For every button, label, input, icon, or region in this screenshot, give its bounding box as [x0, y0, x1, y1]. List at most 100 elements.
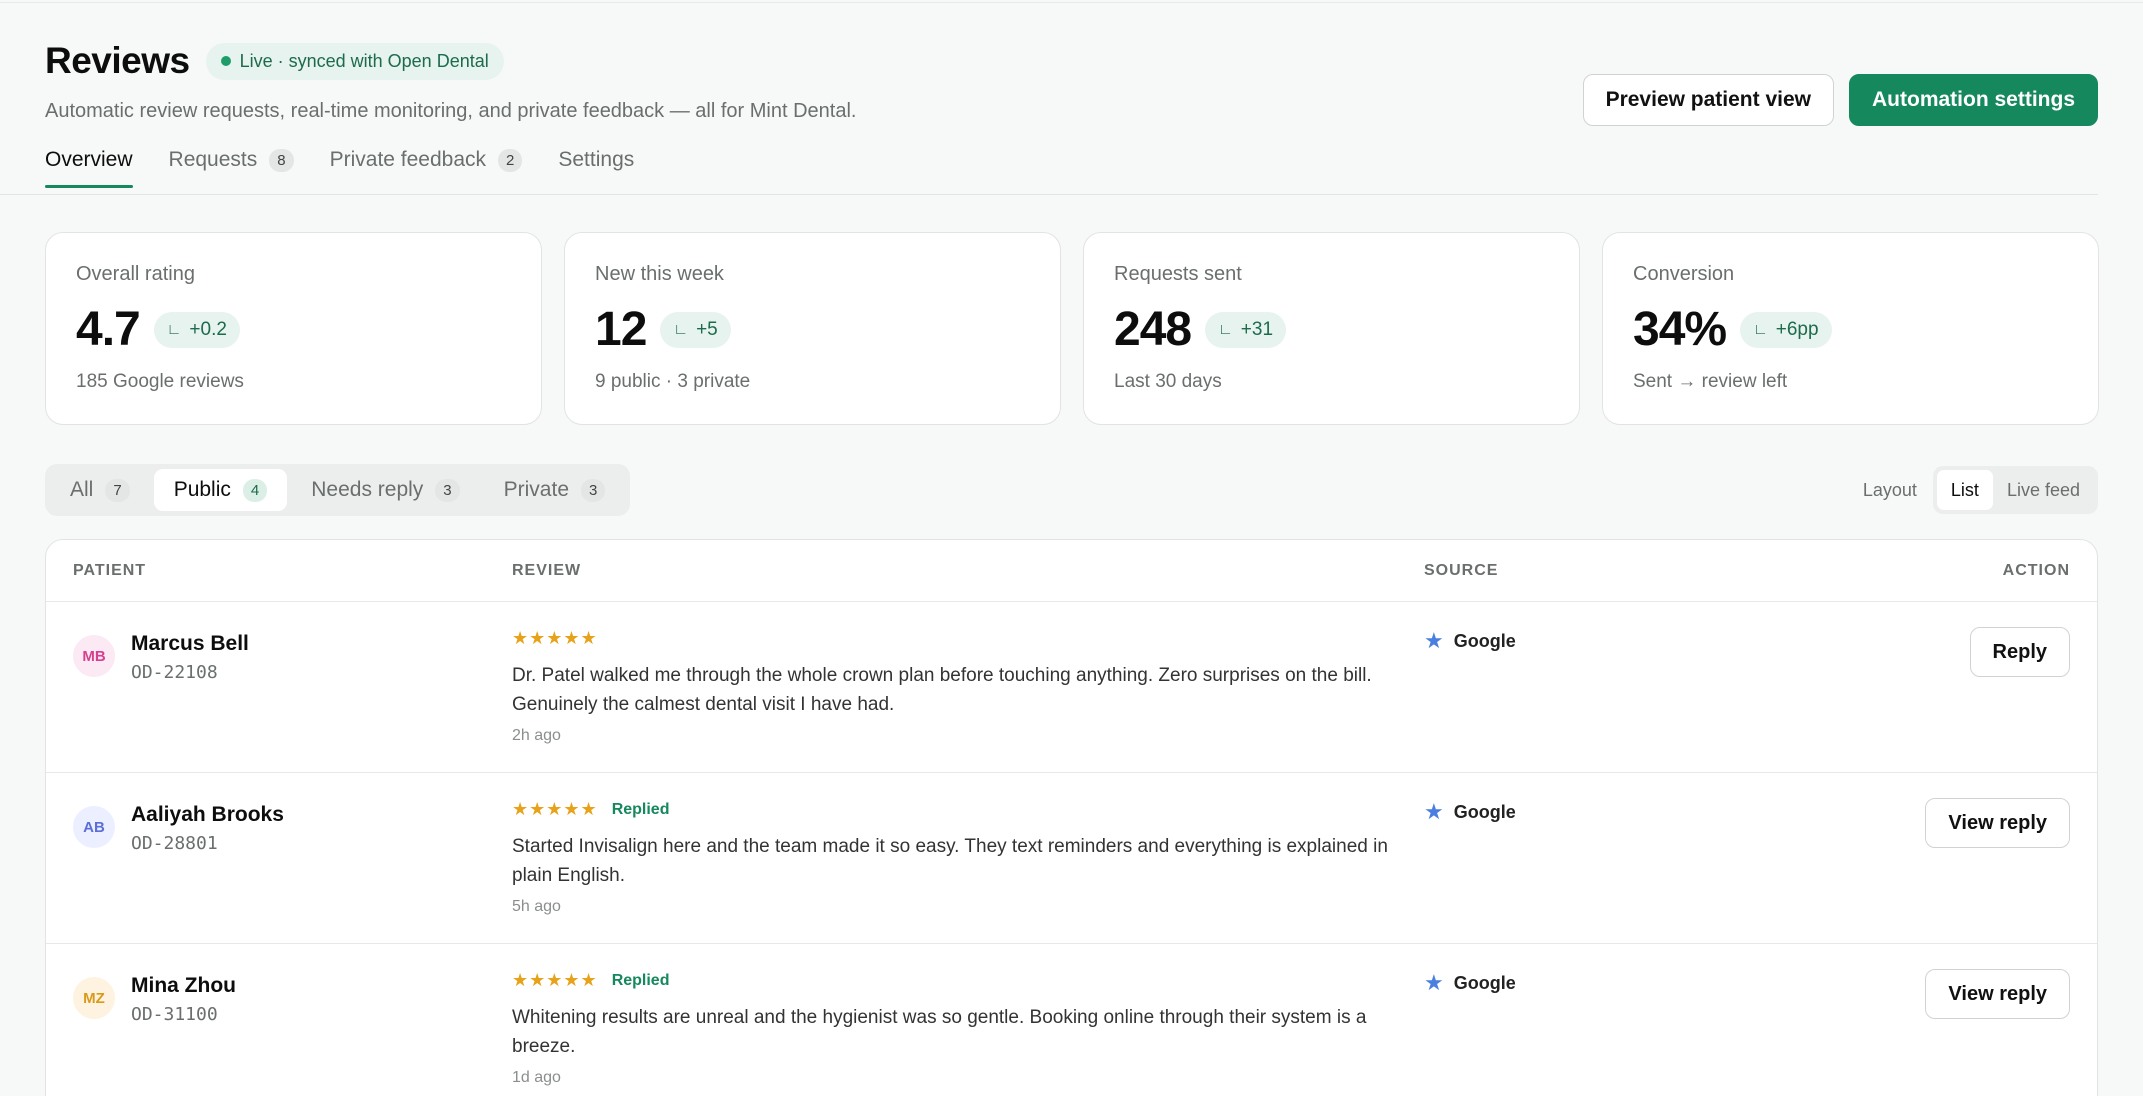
star-rating-icon: ★★★★★ — [512, 628, 598, 648]
trend-up-icon: ∟ — [166, 321, 182, 338]
source-label: Google — [1453, 972, 1516, 993]
stat-card-overall-rating: Overall rating 4.7 ∟ +0.2 185 Google rev… — [45, 232, 542, 425]
stat-label: Overall rating — [76, 263, 195, 285]
source-label: Google — [1453, 801, 1516, 822]
stat-value: 4.7 — [76, 303, 141, 356]
review-source: ★ Google — [1424, 970, 1516, 996]
review-filter-bar: All 7 Public 4 Needs reply 3 Private 3 — [45, 464, 631, 516]
tab-count-badge: 8 — [269, 148, 294, 172]
stat-subtext: Sent → review left — [1633, 371, 1788, 392]
stat-delta-badge: ∟ +6pp — [1740, 311, 1832, 348]
tab-overview[interactable]: Overview — [45, 148, 133, 188]
filter-public[interactable]: Public 4 — [153, 469, 288, 511]
star-rating-icon: ★★★★★ — [512, 799, 598, 819]
source-label: Google — [1453, 630, 1516, 651]
stat-subtext: Last 30 days — [1114, 371, 1222, 392]
stat-delta: +0.2 — [189, 318, 227, 340]
reviews-table: PATIENT REVIEW SOURCE ACTION MB Marcus B… — [45, 539, 2098, 1096]
review-source: ★ Google — [1424, 799, 1516, 825]
preview-patient-view-button[interactable]: Preview patient view — [1582, 74, 1834, 126]
automation-settings-button[interactable]: Automation settings — [1849, 74, 2098, 126]
replied-badge: Replied — [611, 800, 670, 818]
filter-count-badge: 3 — [435, 478, 460, 502]
stat-value: 34% — [1633, 303, 1727, 356]
layout-label: Layout — [1862, 479, 1917, 500]
google-star-icon: ★ — [1424, 970, 1444, 995]
review-block: ★★★★★ Replied Whitening results are unre… — [512, 970, 1412, 1087]
replied-badge: Replied — [611, 971, 670, 989]
tab-label: Settings — [558, 148, 635, 171]
page-header: Reviews Live · synced with Open Dental A… — [45, 40, 2098, 195]
tab-label: Requests — [168, 148, 258, 171]
review-text: Whitening results are unreal and the hyg… — [512, 1007, 1367, 1057]
filter-needs-reply[interactable]: Needs reply 3 — [291, 469, 479, 511]
review-text: Dr. Patel walked me through the whole cr… — [512, 665, 1372, 715]
stat-label: Conversion — [1633, 263, 1735, 285]
stat-label: New this week — [595, 263, 724, 285]
layout-toggle: Layout List Live feed — [1863, 466, 2098, 514]
google-star-icon: ★ — [1424, 799, 1444, 824]
column-header-review: REVIEW — [512, 561, 582, 579]
stat-value: 12 — [595, 303, 647, 356]
filter-private[interactable]: Private 3 — [484, 469, 626, 511]
review-source: ★ Google — [1424, 628, 1516, 654]
live-sync-badge: Live · synced with Open Dental — [205, 42, 504, 80]
layout-segmented-control: List Live feed — [1932, 466, 2098, 514]
table-row: MZ Mina Zhou OD-31100 ★★★★★ Replied Whit… — [46, 944, 2097, 1096]
trend-up-icon: ∟ — [1218, 321, 1233, 338]
layout-list-button[interactable]: List — [1936, 470, 1993, 510]
header-divider — [0, 194, 2098, 195]
stat-card-conversion: Conversion 34% ∟ +6pp Sent → review left — [1602, 232, 2099, 425]
stat-delta-badge: ∟ +31 — [1205, 311, 1287, 348]
patient-name: Marcus Bell — [131, 632, 249, 655]
column-header-action: ACTION — [2002, 561, 2070, 579]
avatar: AB — [73, 806, 115, 848]
tab-settings[interactable]: Settings — [558, 148, 634, 188]
filter-label: Public — [173, 478, 231, 501]
filter-count-badge: 7 — [105, 478, 130, 502]
view-reply-button[interactable]: View reply — [1925, 798, 2070, 848]
review-text: Started Invisalign here and the team mad… — [512, 836, 1388, 886]
patient-id: OD-22108 — [131, 662, 218, 683]
live-dot-icon — [220, 56, 231, 66]
stat-label: Requests sent — [1114, 263, 1242, 285]
stat-subtext: 185 Google reviews — [76, 371, 244, 392]
view-reply-button[interactable]: View reply — [1925, 969, 2070, 1019]
stat-card-requests-sent: Requests sent 248 ∟ +31 Last 30 days — [1083, 232, 1580, 425]
filter-count-badge: 3 — [581, 478, 606, 502]
column-header-patient: PATIENT — [73, 561, 147, 579]
layout-live-feed-button[interactable]: Live feed — [1993, 470, 2094, 510]
tab-requests[interactable]: Requests 8 — [169, 148, 294, 188]
patient-id: OD-31100 — [131, 1004, 218, 1025]
review-time: 5h ago — [512, 898, 561, 915]
top-border — [0, 0, 2143, 3]
stat-delta: +5 — [696, 318, 718, 340]
star-rating-icon: ★★★★★ — [512, 970, 598, 990]
reply-button[interactable]: Reply — [1969, 627, 2070, 677]
tab-bar: Overview Requests 8 Private feedback 2 S… — [45, 148, 634, 188]
tab-label: Overview — [45, 148, 133, 171]
table-row: MB Marcus Bell OD-22108 ★★★★★ Dr. Patel … — [46, 602, 2097, 773]
table-header: PATIENT REVIEW SOURCE ACTION — [46, 540, 2097, 602]
trend-up-icon: ∟ — [1753, 321, 1768, 338]
review-block: ★★★★★ Replied Started Invisalign here an… — [512, 799, 1412, 916]
avatar: MZ — [73, 977, 115, 1019]
patient-id: OD-28801 — [131, 833, 218, 854]
column-header-source: SOURCE — [1424, 561, 1499, 579]
google-star-icon: ★ — [1424, 628, 1444, 653]
stat-value: 248 — [1114, 303, 1192, 356]
review-time: 1d ago — [512, 1069, 561, 1086]
stat-delta: +31 — [1240, 318, 1274, 340]
filter-label: Needs reply — [311, 478, 424, 501]
filter-count-badge: 4 — [242, 478, 268, 502]
tab-label: Private feedback — [329, 148, 487, 171]
tab-count-badge: 2 — [498, 148, 523, 172]
filter-label: All — [70, 478, 94, 501]
stat-card-new-this-week: New this week 12 ∟ +5 9 public · 3 priva… — [564, 232, 1061, 425]
trend-up-icon: ∟ — [673, 321, 689, 338]
filter-label: Private — [503, 478, 569, 501]
page-title: Reviews — [45, 40, 190, 81]
stat-delta-badge: ∟ +5 — [660, 311, 731, 348]
tab-private-feedback[interactable]: Private feedback 2 — [330, 148, 523, 188]
filter-all[interactable]: All 7 — [50, 469, 150, 511]
